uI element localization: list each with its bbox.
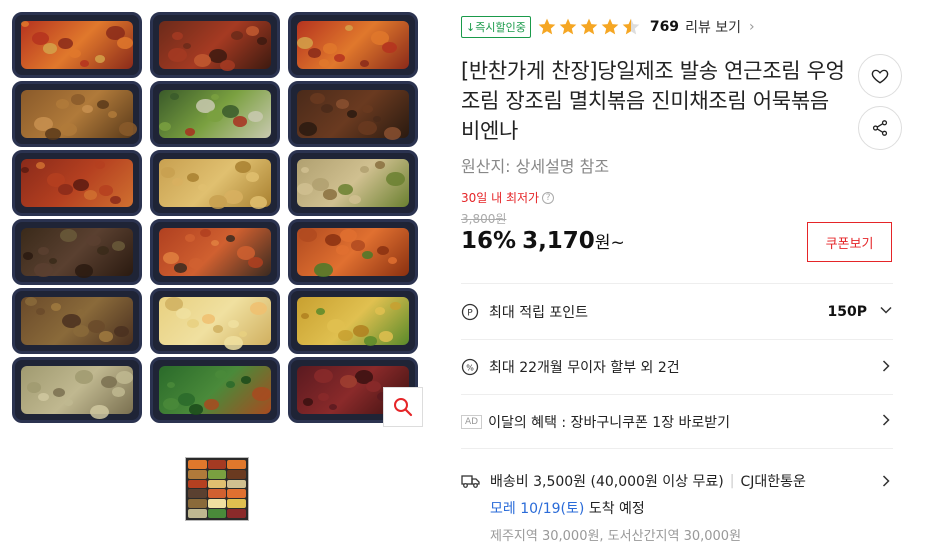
original-price: 3,800원 [461, 212, 507, 226]
thumb-cell [207, 499, 227, 509]
shipping-fee: 배송비 3,500원 (40,000원 이상 무료) [490, 474, 724, 490]
food-tray [288, 81, 418, 147]
points-row[interactable]: P 최대 적립 포인트 150P [461, 283, 893, 339]
food-tray [12, 357, 142, 423]
product-title: [반찬가게 찬장]당일제조 발송 연근조림 우엉조림 장조림 멸치볶음 진미채조… [461, 59, 845, 143]
star-icon [559, 18, 577, 35]
thumb-cell [188, 479, 207, 489]
thumb-cell [188, 460, 207, 469]
star-icon [622, 18, 640, 35]
thumb-cell [188, 509, 207, 518]
svg-text:%: % [466, 364, 474, 373]
chevron-right-icon [879, 473, 893, 492]
favorite-button[interactable] [858, 54, 902, 98]
zoom-button[interactable] [383, 387, 423, 427]
svg-text:P: P [467, 308, 473, 318]
carrier-name: CJ대한통운 [740, 474, 806, 490]
installment-row[interactable]: % 최대 22개월 무이자 할부 외 2건 [461, 339, 893, 394]
search-icon [394, 398, 413, 417]
origin-info: 원산지: 상세설명 참조 [461, 157, 610, 176]
percent-icon: % [461, 358, 479, 376]
food-tray [12, 150, 142, 216]
thumb-cell [207, 489, 227, 499]
points-value: 150P [827, 303, 867, 320]
chevron-right-icon [879, 358, 893, 377]
benefit-label: 이달의 혜택 : 장바구니쿠폰 1장 바로받기 [488, 414, 731, 431]
product-thumbnail[interactable] [185, 457, 249, 521]
star-icon [601, 18, 619, 35]
review-link[interactable]: 리뷰 보기 [685, 17, 741, 37]
coupon-button[interactable]: 쿠폰보기 [807, 222, 892, 262]
food-tray [12, 219, 142, 285]
thumb-cell [227, 489, 246, 499]
instant-discount-badge: ↓즉시할인중 [461, 16, 531, 38]
food-tray [288, 219, 418, 285]
food-tray [288, 12, 418, 78]
star-rating [537, 17, 642, 37]
star-icon [580, 18, 598, 35]
share-button[interactable] [858, 106, 902, 150]
food-tray [12, 288, 142, 354]
thumb-cell [188, 469, 207, 479]
product-main-image[interactable] [12, 12, 424, 427]
thumb-cell [227, 509, 246, 518]
food-tray [150, 219, 280, 285]
lowest-price-label: 30일 내 최저가 ? [461, 189, 555, 206]
arrival-suffix: 도착 예정 [588, 501, 645, 517]
heart-icon [871, 69, 889, 84]
truck-icon [461, 473, 480, 489]
food-tray [12, 81, 142, 147]
thumb-cell [207, 509, 227, 518]
food-tray [150, 288, 280, 354]
lowest-price-text: 30일 내 최저가 [461, 191, 540, 205]
star-icon [538, 18, 556, 35]
chevron-down-icon [879, 302, 893, 321]
thumb-cell [227, 469, 246, 479]
points-label: 최대 적립 포인트 [489, 304, 589, 321]
thumb-cell [207, 469, 227, 479]
thumb-cell [188, 499, 207, 509]
food-tray [12, 12, 142, 78]
thumb-cell [207, 460, 227, 469]
food-tray [150, 150, 280, 216]
rating-row: ↓즉시할인중 769 리뷰 보기 › [461, 15, 755, 39]
chevron-right-icon: › [749, 19, 755, 35]
arrival-date: 모레 10/19(토) [490, 501, 585, 517]
price-unit: 원~ [594, 233, 625, 253]
divider: | [729, 473, 735, 489]
price-row: 16% 3,170 원~ [461, 228, 625, 254]
installment-label: 최대 22개월 무이자 할부 외 2건 [489, 360, 680, 376]
thumb-cell [227, 499, 246, 509]
food-tray [150, 81, 280, 147]
food-tray [288, 288, 418, 354]
ad-tag: AD [461, 414, 483, 429]
sale-price: 3,170 [522, 228, 595, 254]
thumb-cell [227, 479, 246, 489]
food-tray [150, 12, 280, 78]
extra-shipping-fee: 제주지역 30,000원, 도서산간지역 30,000원 [490, 529, 742, 544]
help-icon[interactable]: ? [542, 191, 555, 204]
food-tray [288, 150, 418, 216]
shipping-fee-line: 배송비 3,500원 (40,000원 이상 무료) | CJ대한통운 [461, 471, 893, 491]
share-icon [872, 120, 888, 136]
benefit-row[interactable]: AD 이달의 혜택 : 장바구니쿠폰 1장 바로받기 [461, 394, 893, 448]
chevron-right-icon [879, 412, 893, 431]
review-count: 769 [649, 19, 680, 35]
discount-rate: 16% [461, 228, 517, 254]
arrival-info: 모레 10/19(토) 도착 예정 [490, 498, 893, 518]
food-tray [150, 357, 280, 423]
point-icon: P [461, 303, 479, 321]
thumb-cell [227, 460, 246, 469]
shipping-section[interactable]: 배송비 3,500원 (40,000원 이상 무료) | CJ대한통운 모레 1… [461, 448, 893, 544]
thumb-cell [188, 489, 207, 499]
thumb-cell [207, 479, 227, 489]
